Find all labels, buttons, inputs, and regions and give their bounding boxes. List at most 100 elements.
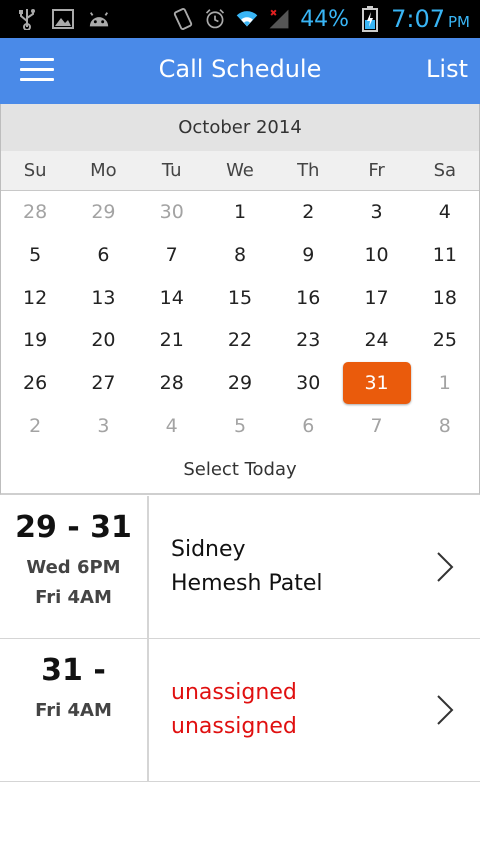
app-bar: Call Schedule List xyxy=(0,38,480,104)
calendar-day[interactable]: 8 xyxy=(411,404,479,447)
calendar-day[interactable]: 22 xyxy=(206,319,274,362)
weekday-label: Su xyxy=(23,160,47,181)
calendar-day-number: 6 xyxy=(97,243,110,266)
calendar-week: 12 13 14 15 16 17 18 xyxy=(1,276,479,319)
calendar-day[interactable]: 13 xyxy=(69,276,137,319)
calendar-day[interactable]: 14 xyxy=(138,276,206,319)
calendar-day-number: 5 xyxy=(233,414,247,437)
calendar-day-selected[interactable]: 31 xyxy=(342,361,411,405)
calendar-day[interactable]: 18 xyxy=(411,276,479,319)
calendar-week: 26 27 28 29 30 31 1 xyxy=(1,361,479,405)
calendar-day[interactable]: 4 xyxy=(411,191,479,234)
schedule-dates: 29 - 31 Wed 6PM Fri 4AM xyxy=(0,496,149,638)
calendar-day-number: 29 xyxy=(91,201,116,224)
weekday-label: We xyxy=(226,160,254,181)
schedule-names: Sidney Hemesh Patel xyxy=(149,496,410,638)
select-today-button[interactable]: Select Today xyxy=(1,447,479,493)
calendar-day[interactable]: 28 xyxy=(138,362,206,405)
calendar-day[interactable]: 28 xyxy=(1,191,69,234)
weekday-label: Mo xyxy=(90,160,117,181)
calendar-day[interactable]: 29 xyxy=(69,191,137,234)
calendar-day[interactable]: 19 xyxy=(1,319,69,362)
clock-time: 7:07 xyxy=(391,5,445,33)
calendar-day[interactable]: 5 xyxy=(1,234,69,277)
calendar-day[interactable]: 8 xyxy=(206,234,274,277)
calendar-day[interactable]: 3 xyxy=(342,191,410,234)
calendar-day-number: 13 xyxy=(91,286,116,309)
calendar-day[interactable]: 2 xyxy=(274,191,342,234)
calendar-week: 5 6 7 8 9 10 11 xyxy=(1,234,479,277)
schedule-date-range: 29 - 31 xyxy=(15,510,132,545)
clock: 7:07 PM xyxy=(391,5,470,33)
calendar-day-number: 28 xyxy=(23,201,48,224)
calendar-day-number: 21 xyxy=(159,329,184,352)
calendar-day[interactable]: 11 xyxy=(411,234,479,277)
calendar-week: 2 3 4 5 6 7 8 xyxy=(1,404,479,447)
calendar-day[interactable]: 9 xyxy=(274,234,342,277)
calendar-day[interactable]: 4 xyxy=(138,404,206,447)
vibrate-icon xyxy=(172,8,194,30)
calendar-day-number: 6 xyxy=(302,414,315,437)
calendar-day[interactable]: 10 xyxy=(342,234,410,277)
schedule-start-time: Wed 6PM xyxy=(26,557,121,578)
calendar-day[interactable]: 27 xyxy=(69,362,137,405)
calendar-day[interactable]: 3 xyxy=(69,404,137,447)
battery-percent: 44% xyxy=(300,6,350,32)
calendar-day-number: 3 xyxy=(370,201,383,224)
calendar-day[interactable]: 21 xyxy=(138,319,206,362)
calendar-day-number: 31 xyxy=(342,361,411,404)
weekday-label: Tu xyxy=(161,160,182,181)
calendar-day[interactable]: 7 xyxy=(342,404,410,447)
calendar-day-number: 29 xyxy=(227,371,253,394)
calendar-day[interactable]: 20 xyxy=(69,319,137,362)
chevron-right-icon xyxy=(410,639,480,781)
calendar-weekday-header: Su Mo Tu We Th Fr Sa xyxy=(1,151,479,191)
calendar-day-number: 23 xyxy=(296,329,321,352)
calendar-day-number: 9 xyxy=(302,243,315,266)
calendar-day-number: 1 xyxy=(438,371,451,394)
schedule-row[interactable]: 29 - 31 Wed 6PM Fri 4AM Sidney Hemesh Pa… xyxy=(0,496,480,639)
calendar-day[interactable]: 17 xyxy=(342,276,410,319)
calendar-day[interactable]: 5 xyxy=(206,404,274,447)
calendar-day[interactable]: 2 xyxy=(1,404,69,447)
calendar-day[interactable]: 6 xyxy=(274,404,342,447)
calendar-day[interactable]: 1 xyxy=(411,362,479,405)
calendar-day-number: 8 xyxy=(233,243,247,266)
android-icon xyxy=(88,8,110,30)
calendar-day[interactable]: 24 xyxy=(342,319,410,362)
weekday-label: Sa xyxy=(433,160,457,181)
chevron-right-icon xyxy=(410,496,480,638)
calendar-day[interactable]: 16 xyxy=(274,276,342,319)
calendar-day[interactable]: 30 xyxy=(274,362,342,405)
usb-icon xyxy=(16,8,38,30)
calendar-day[interactable]: 1 xyxy=(206,191,274,234)
schedule-times: Wed 6PM Fri 4AM xyxy=(0,553,147,613)
calendar-day-number: 11 xyxy=(432,243,457,266)
calendar-day-number: 19 xyxy=(23,329,48,352)
calendar-day[interactable]: 12 xyxy=(1,276,69,319)
calendar-day[interactable]: 7 xyxy=(138,234,206,277)
calendar-day[interactable]: 15 xyxy=(206,276,274,319)
image-icon xyxy=(52,8,74,30)
calendar-day[interactable]: 26 xyxy=(1,362,69,405)
calendar-day[interactable]: 29 xyxy=(206,362,274,405)
calendar-day[interactable]: 23 xyxy=(274,319,342,362)
list-button[interactable]: List xyxy=(426,55,468,83)
calendar-day-number: 30 xyxy=(296,371,321,394)
calendar-day-number: 30 xyxy=(159,201,184,224)
calendar-day[interactable]: 30 xyxy=(138,191,206,234)
calendar-day[interactable]: 6 xyxy=(69,234,137,277)
calendar-day[interactable]: 25 xyxy=(411,319,479,362)
schedule-name: unassigned xyxy=(171,680,297,705)
calendar-day-number: 7 xyxy=(165,243,178,266)
schedule-row[interactable]: 31 - Fri 4AM unassigned unassigned xyxy=(0,639,480,782)
battery-icon xyxy=(359,6,381,32)
schedule-dates: 31 - Fri 4AM xyxy=(0,639,149,781)
calendar-day-number: 18 xyxy=(432,286,457,309)
status-bar-notifications xyxy=(16,6,110,32)
status-bar: 44% 7:07 PM xyxy=(0,0,480,38)
schedule-end-time: Fri 4AM xyxy=(35,587,112,608)
schedule-name: Hemesh Patel xyxy=(171,571,323,596)
calendar-day-number: 4 xyxy=(438,201,451,224)
schedule-names: unassigned unassigned xyxy=(149,639,410,781)
